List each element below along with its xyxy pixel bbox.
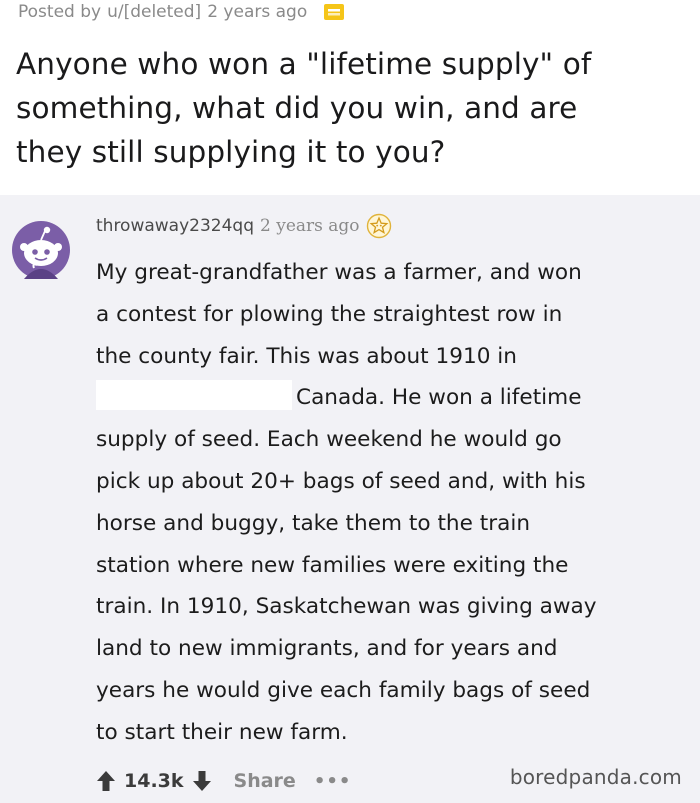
comment-username[interactable]: throwaway2324qq	[96, 216, 254, 236]
comment-line: years he would give each family bags of …	[96, 677, 591, 703]
post-title[interactable]: Anyone who won a "lifetime supply" of so…	[16, 42, 696, 174]
comment-line: train. In 1910, Saskatchewan was giving …	[96, 594, 597, 620]
post-title-line: Anyone who won a "lifetime supply" of	[16, 47, 592, 81]
comment-line: a contest for plowing the straightest ro…	[96, 301, 563, 327]
post-header: Posted by u/[deleted] 2 years ago Anyone…	[0, 0, 700, 195]
comment-line: land to new immigrants, and for years an…	[96, 636, 558, 662]
vote-score: 14.3k	[124, 770, 184, 792]
post-title-line: they still supplying it to you?	[16, 135, 446, 169]
watermark: boredpanda.com	[509, 765, 682, 789]
share-button[interactable]: Share	[234, 770, 296, 792]
comment-line: pick up about 20+ bags of seed and, with…	[96, 468, 586, 494]
post-meta: Posted by u/[deleted] 2 years ago	[18, 2, 347, 22]
snoo-avatar-icon[interactable]	[10, 219, 72, 281]
post-author-link[interactable]: u/[deleted]	[107, 2, 201, 22]
helpful-award-icon[interactable]	[366, 213, 392, 239]
downvote-arrow-icon[interactable]	[192, 770, 212, 792]
posted-by-label: Posted by	[18, 2, 102, 22]
upvote-arrow-icon[interactable]	[96, 770, 116, 792]
comment: throwaway2324qq 2 years ago My great-gra…	[0, 195, 700, 803]
post-time: 2 years ago	[207, 2, 308, 22]
comment-line-redacted: Canada. He won a lifetime	[96, 377, 696, 419]
comment-actions: 14.3k Share •••	[96, 765, 351, 797]
comment-meta: throwaway2324qq 2 years ago	[96, 213, 392, 239]
comment-line: to start their new farm.	[96, 719, 348, 745]
comment-line: horse and buggy, take them to the train	[96, 510, 531, 536]
more-options-icon[interactable]: •••	[314, 771, 352, 792]
comment-line: My great-grandfather was a farmer, and w…	[96, 260, 582, 285]
comment-body: My great-grandfather was a farmer, and w…	[96, 252, 696, 754]
gold-award-icon[interactable]	[321, 2, 347, 22]
comment-line: the county fair. This was about 1910 in	[96, 343, 517, 369]
comment-line-text: Canada. He won a lifetime	[296, 385, 582, 411]
post-title-line: something, what did you win, and are	[16, 91, 578, 125]
comment-time: 2 years ago	[260, 216, 360, 236]
redaction-box	[96, 380, 292, 411]
comment-line: station where new families were exiting …	[96, 552, 569, 578]
comment-line: supply of seed. Each weekend he would go	[96, 427, 562, 453]
